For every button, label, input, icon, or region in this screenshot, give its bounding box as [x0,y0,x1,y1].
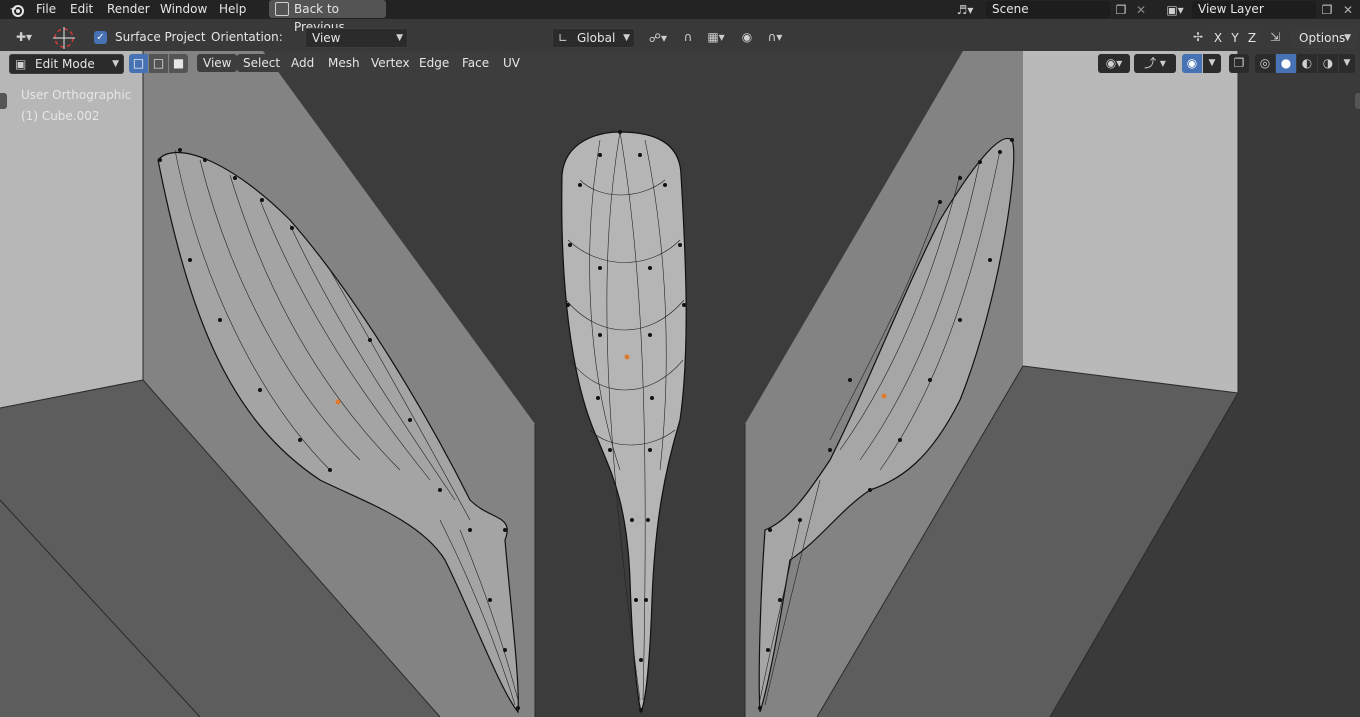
menu-file[interactable]: File [36,1,56,18]
edge-select-icon[interactable]: □ [149,54,168,73]
chevron-down-icon: ▼ [112,59,119,69]
axis-x-toggle[interactable]: X [1210,29,1226,47]
scene-name: Scene [992,2,1029,16]
menu-window[interactable]: Window [160,1,207,18]
viewport-header: ▣ Edit Mode ▼ □ □ ■ View Select Add Mesh… [0,51,1360,77]
menu-edit[interactable]: Edit [70,1,93,18]
menu-uv[interactable]: UV [497,54,526,72]
axis-y-toggle[interactable]: Y [1227,29,1243,47]
back-to-previous-button[interactable]: Back to Previous [269,0,386,34]
pivot-point-icon[interactable]: ☍▾ [643,30,673,46]
rendered-shading-icon[interactable]: ◑ [1318,54,1338,73]
mode-dropdown[interactable]: ▣ Edit Mode ▼ [9,54,124,74]
vertex-select-icon[interactable]: □ [129,54,148,73]
left-block-front [0,51,143,408]
new-view-layer-icon[interactable]: ❐ [1318,2,1336,18]
new-scene-icon[interactable]: ❐ [1112,2,1130,18]
surface-project-checkbox[interactable]: ✓ [94,31,107,44]
orientation-axes-icon: ∟ [558,31,569,45]
surface-project-label[interactable]: Surface Project [115,30,206,44]
magnet-icon[interactable]: ∩ [679,29,697,45]
mirror-icon[interactable]: ✢ [1189,29,1207,45]
overlays-icon[interactable]: ◉ [1182,54,1202,73]
material-shading-icon[interactable]: ◐ [1297,54,1317,73]
visibility-eye-icon[interactable]: ◉▾ [1098,54,1130,73]
right-fin-origin [881,393,887,399]
orientation-label: Orientation: [211,30,283,44]
menu-render[interactable]: Render [107,1,150,18]
mode-value: Edit Mode [35,57,95,71]
orientation-dropdown[interactable]: View ▼ [305,28,408,48]
3d-cursor-icon[interactable] [52,26,76,50]
solid-shading-icon[interactable]: ● [1276,54,1296,73]
tool-icon[interactable]: ✚▾ [8,29,40,45]
blender-logo-icon[interactable] [8,2,26,18]
scene-field[interactable]: Scene [986,1,1110,18]
wireframe-shading-icon[interactable]: ◎ [1255,54,1275,73]
3d-viewport[interactable]: User Orthographic (1) Cube.002 [0,51,1360,717]
overlays-dropdown-icon[interactable]: ▼ [1203,54,1221,73]
view-layer-field[interactable]: View Layer [1192,1,1316,18]
left-fin-origin [335,399,341,405]
center-body-origin [624,354,630,360]
menu-add[interactable]: Add [285,54,321,72]
view-layer-name: View Layer [1198,2,1264,16]
chevron-down-icon: ▼ [396,33,403,43]
top-menu-bar: File Edit Render Window Help Back to Pre… [0,0,1360,34]
tool-settings-bar: ✚▾ ✓ Surface Project Orientation: View ▼… [0,26,1360,51]
axis-z-toggle[interactable]: Z [1244,29,1260,47]
shading-options-icon[interactable]: ▼ [1339,54,1355,73]
chevron-down-icon: ▼ [623,33,630,43]
edit-mode-icon: ▣ [15,57,27,71]
view-name-label: User Orthographic [21,88,132,102]
transform-orientation-dropdown[interactable]: ∟ Global ▼ [552,28,635,48]
face-select-icon[interactable]: ■ [169,54,188,73]
view-layer-icon[interactable]: ▣▾ [1160,2,1190,18]
gizmo-icon[interactable]: ⤴ ▾ [1134,54,1176,73]
scene-icon[interactable]: ♬▾ [953,2,977,18]
options-dropdown[interactable]: Options ▼ [1292,28,1356,48]
xray-toggle-icon[interactable]: ❐ [1229,54,1249,73]
menu-face[interactable]: Face [456,54,496,72]
menu-mesh[interactable]: Mesh [322,54,366,72]
viewport-scene[interactable] [0,51,1360,717]
proportional-edit-icon[interactable]: ◉ [738,29,756,45]
delete-scene-icon[interactable]: ✕ [1133,2,1149,18]
sidebar-toggle-right[interactable] [1355,93,1360,109]
menu-view[interactable]: View [197,54,238,72]
screen-back-icon [275,2,289,16]
options-label: Options [1299,31,1346,45]
orientation-value: View [312,31,341,45]
chevron-down-icon: ▼ [1344,33,1351,43]
snap-target-icon[interactable]: ▦▾ [700,29,732,45]
delete-view-layer-icon[interactable]: ✕ [1340,2,1356,18]
right-block-front [1023,51,1238,393]
menu-help[interactable]: Help [219,1,246,18]
transform-space-value: Global [577,31,616,45]
sidebar-toggle-left[interactable] [0,93,7,109]
menu-vertex[interactable]: Vertex [365,54,416,72]
menu-select[interactable]: Select [237,54,287,72]
falloff-icon[interactable]: ∩▾ [760,29,790,45]
auto-merge-icon[interactable]: ⇲ [1266,29,1284,45]
menu-edge[interactable]: Edge [413,54,456,72]
object-name-label: (1) Cube.002 [21,109,100,123]
